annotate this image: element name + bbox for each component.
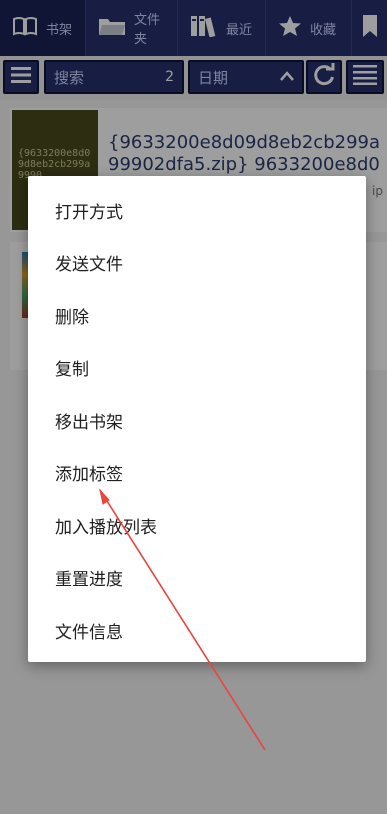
menu-item-file-info[interactable]: 文件信息 xyxy=(28,604,366,657)
menu-item-remove-from-shelf[interactable]: 移出书架 xyxy=(28,394,366,447)
menu-item-copy[interactable]: 复制 xyxy=(28,342,366,395)
menu-item-reset-progress[interactable]: 重置进度 xyxy=(28,552,366,605)
menu-item-send-file[interactable]: 发送文件 xyxy=(28,237,366,290)
menu-item-add-to-playlist[interactable]: 加入播放列表 xyxy=(28,499,366,552)
context-menu: 打开方式 发送文件 删除 复制 移出书架 添加标签 加入播放列表 重置进度 文件… xyxy=(28,176,366,662)
menu-item-open-with[interactable]: 打开方式 xyxy=(28,184,366,237)
menu-item-add-tag[interactable]: 添加标签 xyxy=(28,447,366,500)
app-root: 书架 文件夹 最近 收藏 搜索 2 日期 {9633200e8d09d8eb2c… xyxy=(0,0,387,814)
menu-item-delete[interactable]: 删除 xyxy=(28,289,366,342)
